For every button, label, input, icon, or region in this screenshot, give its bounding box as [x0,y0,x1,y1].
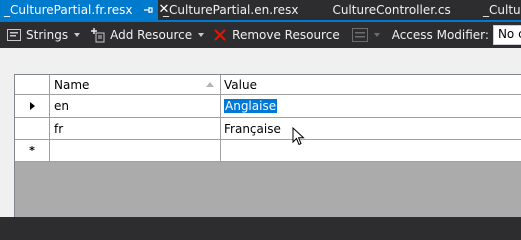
row-header[interactable] [15,95,50,118]
column-header-label: Name [54,77,90,92]
tab-label: _CulturePartial.fr.resx [4,3,133,17]
access-modifier-label: Access Modifier: [391,28,489,42]
value-cell-text: Française [224,121,281,136]
column-header-value[interactable]: Value [221,75,521,95]
tab-culture-partial-en-resx[interactable]: _CulturePartial.en.resx [158,0,324,20]
tab-culture-overflow[interactable]: _Culture [481,0,521,20]
resource-editor-area: Name Value en Anglaise fr Française * [0,48,521,217]
resource-grid: Name Value en Anglaise fr Française * [14,74,521,217]
mouse-pointer-icon [292,127,305,146]
tab-culture-controller-cs[interactable]: CultureController.cs [324,0,481,20]
value-cell[interactable]: Française [221,118,521,140]
column-header-label: Value [224,77,257,92]
name-cell-text: fr [54,121,64,136]
current-row-icon [29,102,35,110]
document-tab-strip: _CulturePartial.fr.resx ✕ _CulturePartia… [0,0,521,20]
row-header[interactable] [15,118,50,140]
chevron-down-icon [373,33,380,37]
strings-dropdown[interactable]: Strings [6,24,81,46]
new-row[interactable]: * [15,140,521,162]
remove-resource-button[interactable]: Remove Resource [212,24,340,46]
tab-label: CultureController.cs [332,3,451,17]
name-cell[interactable]: fr [50,118,221,140]
table-row[interactable]: en Anglaise [15,95,521,118]
row-header[interactable]: * [15,140,50,162]
sort-ascending-icon [206,82,214,87]
strings-icon [6,27,22,43]
access-modifier-value: No code g [497,27,521,41]
value-cell[interactable]: Anglaise [221,95,521,118]
name-cell[interactable] [50,140,221,162]
view-icon [351,27,368,43]
name-cell[interactable]: en [50,95,221,118]
access-modifier-combo[interactable]: No code g [492,25,521,45]
remove-icon [212,27,228,43]
select-all-corner[interactable] [15,75,50,95]
grid-header-row: Name Value [15,75,521,95]
column-header-name[interactable]: Name [50,75,221,95]
chevron-down-icon [74,33,81,37]
view-dropdown[interactable] [351,24,380,46]
remove-resource-label: Remove Resource [232,28,340,42]
value-cell-text[interactable]: Anglaise [224,99,278,113]
new-row-marker: * [29,144,35,157]
name-cell-text: en [54,99,69,113]
table-row[interactable]: fr Française [15,118,521,140]
strings-label: Strings [26,28,69,42]
resource-toolbar: Strings Add Resource Remove Resource Acc… [0,22,521,48]
tab-culture-partial-fr-resx[interactable]: _CulturePartial.fr.resx ✕ [0,0,169,20]
access-modifier-group: Access Modifier: No code g [392,24,521,46]
add-resource-icon [90,27,106,43]
add-resource-label: Add Resource [110,28,193,42]
pin-icon[interactable] [142,3,154,17]
chevron-down-icon [198,33,205,37]
tab-label: _Culture [483,3,521,17]
add-resource-button[interactable]: Add Resource [90,24,205,46]
tab-label: _CulturePartial.en.resx [163,3,299,17]
value-cell[interactable] [221,140,521,162]
